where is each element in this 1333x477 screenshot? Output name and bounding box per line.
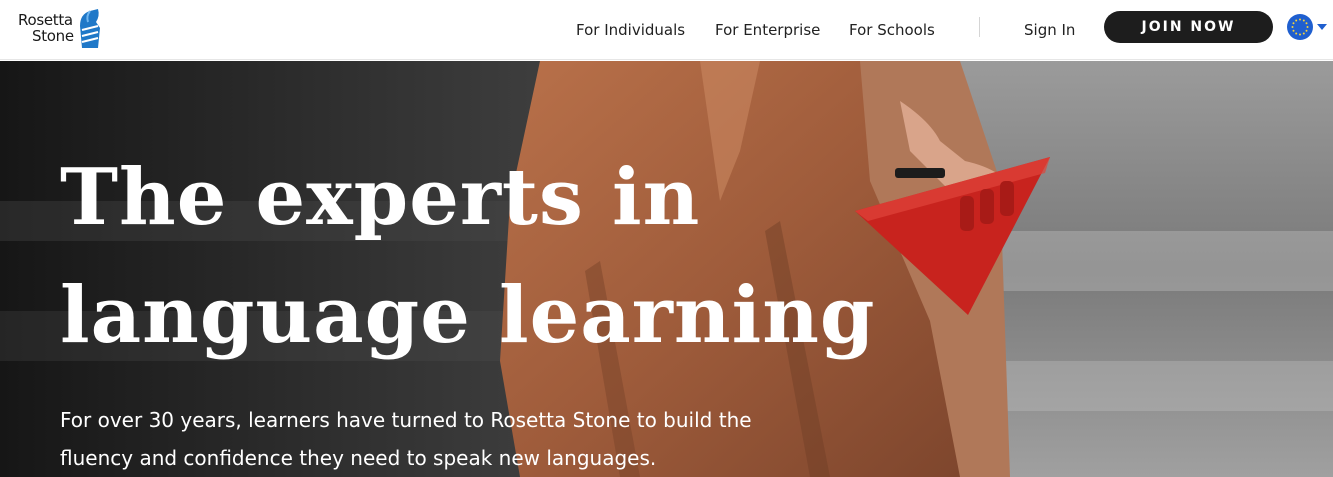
nav-for-schools[interactable]: For Schools — [849, 0, 935, 60]
hero-title: The experts in language learning — [60, 152, 876, 361]
logo-word-2: Stone — [32, 27, 74, 45]
logo-word-1: Rosetta — [18, 11, 73, 29]
sign-in-label: Sign In — [1024, 21, 1076, 39]
rosetta-stone-mark-icon — [79, 9, 100, 48]
sign-in-link[interactable]: Sign In — [1024, 0, 1075, 60]
locale-selector[interactable] — [1287, 14, 1327, 40]
logo-wordmark: Rosetta Stone — [18, 12, 74, 44]
rosetta-stone-logo[interactable]: Rosetta Stone — [18, 6, 102, 50]
site-header: Rosetta Stone For Individuals For Enterp… — [0, 0, 1333, 60]
caret-down-icon — [1317, 24, 1327, 30]
nav-item-label: For Enterprise — [715, 21, 821, 39]
nav-for-enterprise[interactable]: For Enterprise — [715, 0, 820, 60]
hero-subtitle: For over 30 years, learners have turned … — [60, 408, 752, 470]
nav-item-label: For Schools — [849, 21, 935, 39]
nav-item-label: For Individuals — [576, 21, 686, 39]
nav-for-individuals[interactable]: For Individuals — [576, 0, 685, 60]
join-now-button[interactable]: JOIN NOW — [1104, 11, 1273, 43]
hero-section: The experts in language learning For ove… — [0, 61, 1333, 477]
eu-flag-icon — [1287, 14, 1313, 40]
nav-divider — [979, 17, 980, 37]
